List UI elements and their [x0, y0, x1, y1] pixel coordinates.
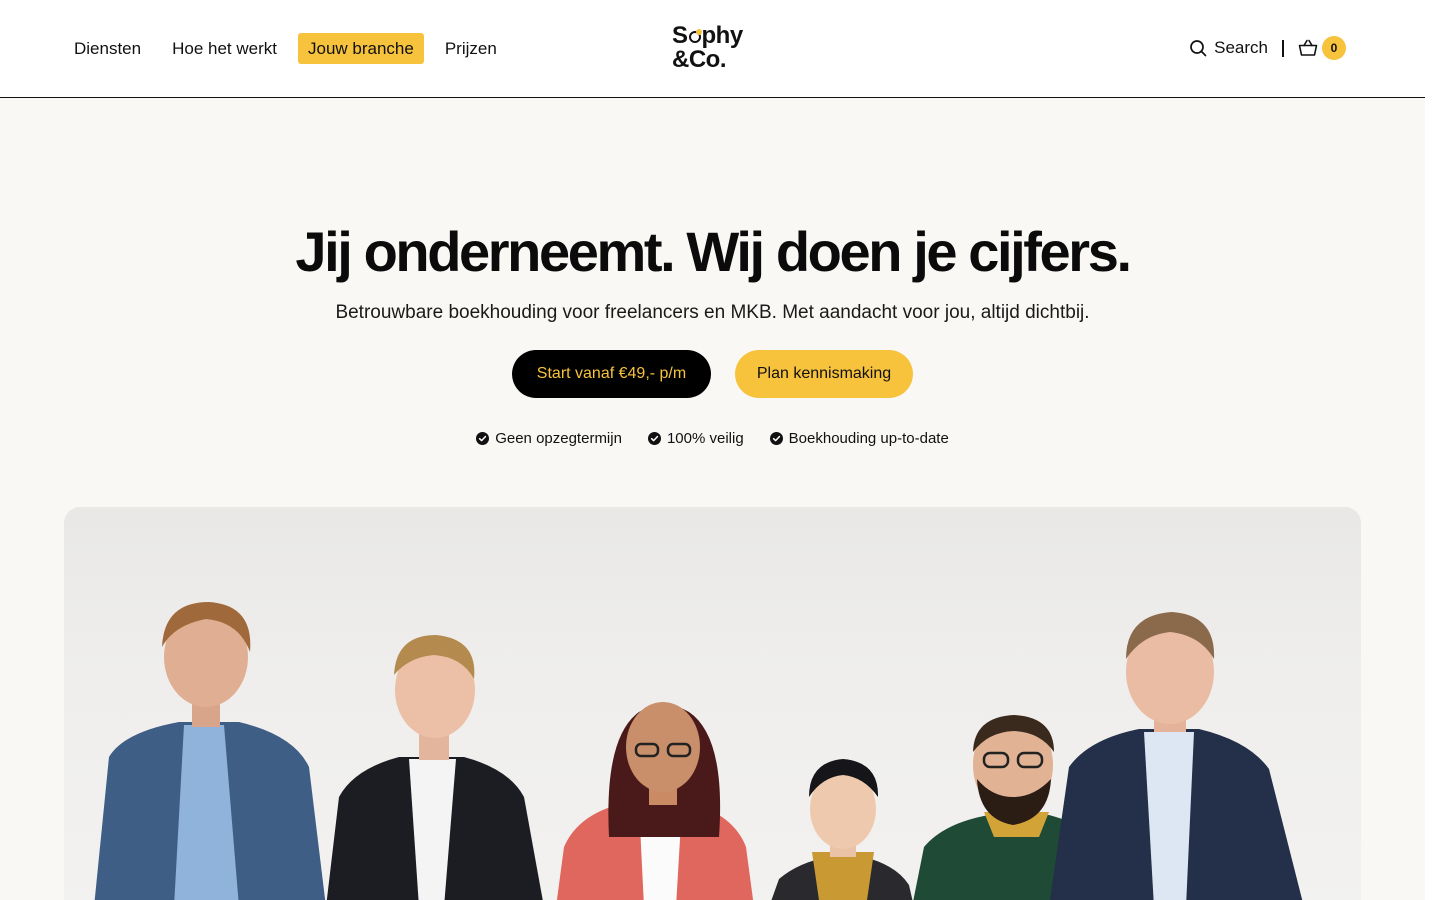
cart-count-badge: 0 — [1322, 36, 1346, 60]
check-circle-icon — [476, 432, 490, 445]
header-actions: Search 0 — [1189, 36, 1346, 60]
person-1 — [94, 602, 326, 900]
usp-list: Geen opzegtermijn 100% veilig Boekhoudin… — [0, 430, 1425, 447]
logo[interactable]: Sphy &Co. — [672, 24, 762, 76]
cart-button[interactable]: 0 — [1298, 36, 1346, 60]
divider — [1282, 39, 1284, 57]
team-photo — [64, 507, 1361, 900]
person-3 — [556, 702, 754, 900]
person-2 — [326, 635, 543, 900]
usp-label: Geen opzegtermijn — [495, 430, 622, 447]
usp-item: Geen opzegtermijn — [476, 430, 622, 447]
usp-item: 100% veilig — [647, 430, 744, 447]
start-pricing-button[interactable]: Start vanaf €49,- p/m — [512, 350, 711, 398]
hero-subtitle: Betrouwbare boekhouding voor freelancers… — [335, 302, 1090, 323]
site-header: Diensten Hoe het werkt Jouw branche Prij… — [0, 0, 1425, 98]
usp-item: Boekhouding up-to-date — [769, 430, 949, 447]
basket-icon — [1298, 39, 1318, 56]
person-6 — [1050, 612, 1303, 900]
nav-item-prijzen[interactable]: Prijzen — [435, 33, 507, 64]
team-illustration — [94, 602, 1303, 900]
usp-label: Boekhouding up-to-date — [788, 430, 949, 447]
check-circle-icon — [647, 432, 661, 445]
logo-text: phy — [701, 22, 744, 49]
person-4 — [771, 759, 913, 900]
logo-text: &Co. — [672, 46, 727, 73]
nav-item-diensten[interactable]: Diensten — [64, 33, 151, 64]
search-icon — [1190, 40, 1207, 57]
logo-text: S — [672, 22, 688, 49]
nav-item-hoe-het-werkt[interactable]: Hoe het werkt — [162, 33, 287, 64]
logo-o-mark — [688, 29, 702, 43]
hero-title: Jij onderneemt. Wij doen je cijfers. — [295, 220, 1132, 283]
usp-label: 100% veilig — [666, 430, 744, 447]
nav-item-jouw-branche[interactable]: Jouw branche — [298, 33, 424, 64]
search-button[interactable]: Search — [1189, 38, 1268, 58]
plan-meeting-button[interactable]: Plan kennismaking — [735, 350, 913, 398]
check-circle-icon — [769, 432, 783, 445]
scrollbar-track[interactable] — [1425, 0, 1440, 900]
search-label: Search — [1214, 38, 1268, 57]
main-nav: Diensten Hoe het werkt Jouw branche Prij… — [64, 33, 518, 64]
cta-row: Start vanaf €49,- p/m Plan kennismaking — [0, 350, 1425, 398]
